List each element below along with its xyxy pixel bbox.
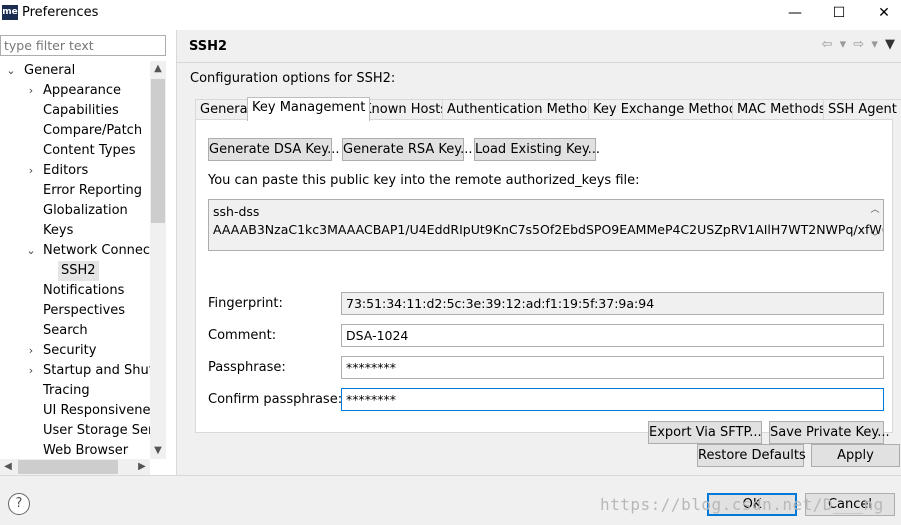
comment-field[interactable]: DSA-1024 (341, 324, 884, 347)
tab-mac-methods[interactable]: MAC Methods (732, 99, 831, 120)
generate-dsa-key-button[interactable]: Generate DSA Key... (208, 138, 340, 161)
tree-item-keys[interactable]: Keys (43, 221, 73, 241)
comment-label: Comment: (208, 328, 277, 343)
chevron-right-icon[interactable]: › (25, 81, 37, 101)
scrollbar-thumb[interactable] (18, 460, 118, 474)
view-menu-icon[interactable]: ▼ (885, 37, 895, 52)
page-header: SSH2 ⇦ ▾ ⇨ ▾ ▼ (177, 30, 901, 62)
page-title: SSH2 (189, 39, 228, 54)
tab-authentication-methods[interactable]: Authentication Methods (442, 99, 608, 120)
tree-item-startup-shutdown[interactable]: Startup and Shutd (43, 361, 150, 381)
public-key-instruction: You can paste this public key into the r… (208, 173, 640, 188)
tree-item-web-browser[interactable]: Web Browser (43, 441, 128, 459)
page-navigation: ⇦ ▾ ⇨ ▾ ▼ (819, 37, 895, 52)
chevron-down-icon[interactable]: ▾ (840, 37, 847, 52)
tree-item-globalization[interactable]: Globalization (43, 201, 128, 221)
app-icon: me (2, 5, 18, 20)
close-button[interactable]: ✕ (873, 3, 895, 23)
filter-input[interactable] (0, 35, 166, 56)
tree-vertical-scrollbar[interactable]: ▲ ▼ (150, 61, 166, 459)
tree-item-search[interactable]: Search (43, 321, 88, 341)
tree-item-error-reporting[interactable]: Error Reporting (43, 181, 142, 201)
watermark: https://blog.csdn.net/D___ng (600, 495, 884, 514)
passphrase-field[interactable]: ******** (341, 356, 884, 379)
chevron-right-icon[interactable]: › (25, 161, 37, 181)
tree-horizontal-scrollbar[interactable]: ◀ ▶ (0, 459, 150, 475)
preference-tree: ⌄ General › Appearance Capabilities Comp… (0, 61, 150, 459)
fingerprint-label: Fingerprint: (208, 296, 283, 311)
help-icon[interactable]: ? (8, 493, 30, 515)
chevron-down-icon[interactable]: ▾ (871, 37, 878, 52)
tree-item-network-connections[interactable]: Network Connectio (43, 241, 150, 261)
preferences-navigation: ⌄ General › Appearance Capabilities Comp… (0, 30, 176, 475)
tree-item-notifications[interactable]: Notifications (43, 281, 124, 301)
tree-item-appearance[interactable]: Appearance (43, 81, 121, 101)
tree-item-security[interactable]: Security (43, 341, 96, 361)
textarea-scrollbar[interactable]: ︿ ﹀ (868, 201, 882, 249)
fingerprint-field: 73:51:34:11:d2:5c:3e:39:12:ad:f1:19:5f:3… (341, 292, 884, 315)
export-via-sftp-button[interactable]: Export Via SFTP... (648, 421, 762, 444)
chevron-down-icon[interactable]: ⌄ (5, 61, 17, 81)
tab-ssh-agent[interactable]: SSH Agent (823, 99, 901, 120)
generate-rsa-key-button[interactable]: Generate RSA Key... (342, 138, 473, 161)
scroll-up-icon[interactable]: ▲ (150, 61, 166, 77)
forward-arrow-icon[interactable]: ⇨ (853, 37, 864, 52)
public-key-textarea[interactable]: ssh-dss AAAAB3NzaC1kc3MAAACBAP1/U4EddRIp… (208, 199, 884, 251)
tree-item-content-types[interactable]: Content Types (43, 141, 135, 161)
restore-defaults-button[interactable]: Restore Defaults (697, 444, 806, 467)
chevron-down-icon[interactable]: ﹀ (868, 225, 882, 249)
window-title: Preferences (22, 5, 99, 20)
page-description: Configuration options for SSH2: (190, 71, 396, 86)
chevron-right-icon[interactable]: › (25, 361, 37, 381)
preference-page: SSH2 ⇦ ▾ ⇨ ▾ ▼ Configuration options for… (177, 30, 901, 475)
tree-item-user-storage[interactable]: User Storage Serv (43, 421, 150, 441)
passphrase-label: Passphrase: (208, 360, 286, 375)
tab-key-exchange-methods[interactable]: Key Exchange Methods (588, 99, 749, 120)
load-existing-key-button[interactable]: Load Existing Key... (474, 138, 600, 161)
tree-item-general[interactable]: General (24, 61, 75, 81)
maximize-button[interactable]: ☐ (828, 3, 850, 23)
scroll-right-icon[interactable]: ▶ (134, 459, 150, 475)
public-key-line: ssh-dss (213, 204, 260, 219)
tab-known-hosts[interactable]: Known Hosts (358, 99, 453, 120)
chevron-down-icon[interactable]: ⌄ (25, 241, 37, 261)
confirm-passphrase-field[interactable]: ******** (341, 388, 884, 411)
scrollbar-thumb[interactable] (151, 79, 165, 223)
confirm-passphrase-label: Confirm passphrase: (208, 392, 343, 407)
tree-item-ui-responsiveness[interactable]: UI Responsiveness (43, 401, 150, 421)
apply-button[interactable]: Apply (811, 444, 900, 467)
tree-item-editors[interactable]: Editors (43, 161, 88, 181)
chevron-up-icon[interactable]: ︿ (868, 201, 882, 225)
header-divider (177, 62, 901, 63)
title-bar: me Preferences — ☐ ✕ (0, 0, 901, 26)
tab-key-management[interactable]: Key Management (247, 97, 371, 121)
key-management-panel: Generate DSA Key... Generate RSA Key... … (195, 119, 893, 444)
tree-item-perspectives[interactable]: Perspectives (43, 301, 125, 321)
chevron-right-icon[interactable]: › (25, 341, 37, 361)
minimize-button[interactable]: — (784, 3, 806, 23)
save-private-key-button[interactable]: Save Private Key... (769, 421, 890, 444)
tree-item-compare-patch[interactable]: Compare/Patch (43, 121, 142, 141)
tree-item-ssh2[interactable]: SSH2 (58, 261, 99, 281)
scroll-left-icon[interactable]: ◀ (0, 459, 16, 475)
scroll-down-icon[interactable]: ▼ (150, 443, 166, 459)
back-arrow-icon[interactable]: ⇦ (822, 37, 833, 52)
tree-item-capabilities[interactable]: Capabilities (43, 101, 119, 121)
public-key-line: AAAAB3NzaC1kc3MAAACBAP1/U4EddRIpUt9KnC7s… (213, 222, 884, 237)
dialog-button-bar: ? OK Cancel https://blog.csdn.net/D___ng (0, 475, 901, 525)
tree-item-tracing[interactable]: Tracing (43, 381, 90, 401)
